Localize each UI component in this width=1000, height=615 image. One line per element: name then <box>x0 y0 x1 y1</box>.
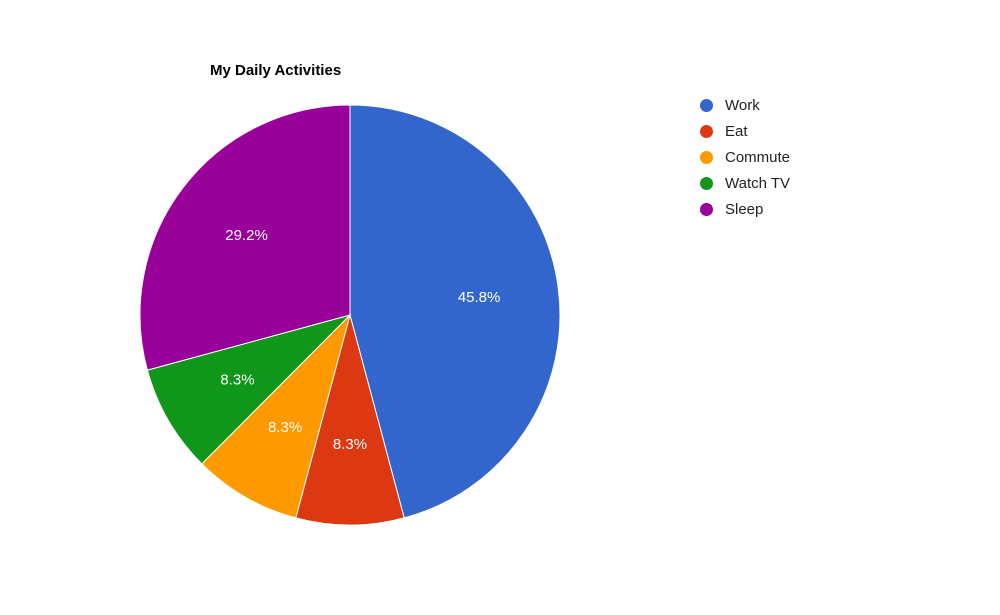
slice-label-work: 45.8% <box>458 289 501 306</box>
legend-swatch-icon <box>700 125 713 138</box>
legend-label: Watch TV <box>725 175 790 192</box>
pie-chart: 45.8% 8.3% 8.3% 8.3% 29.2% <box>135 100 565 530</box>
slice-label-sleep: 29.2% <box>225 227 268 244</box>
legend-swatch-icon <box>700 177 713 190</box>
legend-item-work[interactable]: Work <box>700 92 790 118</box>
slice-label-watch-tv: 8.3% <box>220 371 254 388</box>
legend-swatch-icon <box>700 99 713 112</box>
legend: Work Eat Commute Watch TV Sleep <box>700 92 790 222</box>
legend-item-watch-tv[interactable]: Watch TV <box>700 170 790 196</box>
legend-item-eat[interactable]: Eat <box>700 118 790 144</box>
legend-label: Eat <box>725 123 748 140</box>
legend-swatch-icon <box>700 203 713 216</box>
slice-label-commute: 8.3% <box>268 419 302 436</box>
slice-label-eat: 8.3% <box>333 436 367 453</box>
chart-stage: My Daily Activities 45.8% 8.3% 8.3% 8.3% 29.… <box>0 0 1000 615</box>
legend-label: Commute <box>725 149 790 166</box>
legend-swatch-icon <box>700 151 713 164</box>
legend-label: Sleep <box>725 201 763 218</box>
legend-item-sleep[interactable]: Sleep <box>700 196 790 222</box>
pie-svg: 45.8% 8.3% 8.3% 8.3% 29.2% <box>135 100 565 530</box>
legend-item-commute[interactable]: Commute <box>700 144 790 170</box>
chart-title: My Daily Activities <box>210 62 341 79</box>
legend-label: Work <box>725 97 760 114</box>
